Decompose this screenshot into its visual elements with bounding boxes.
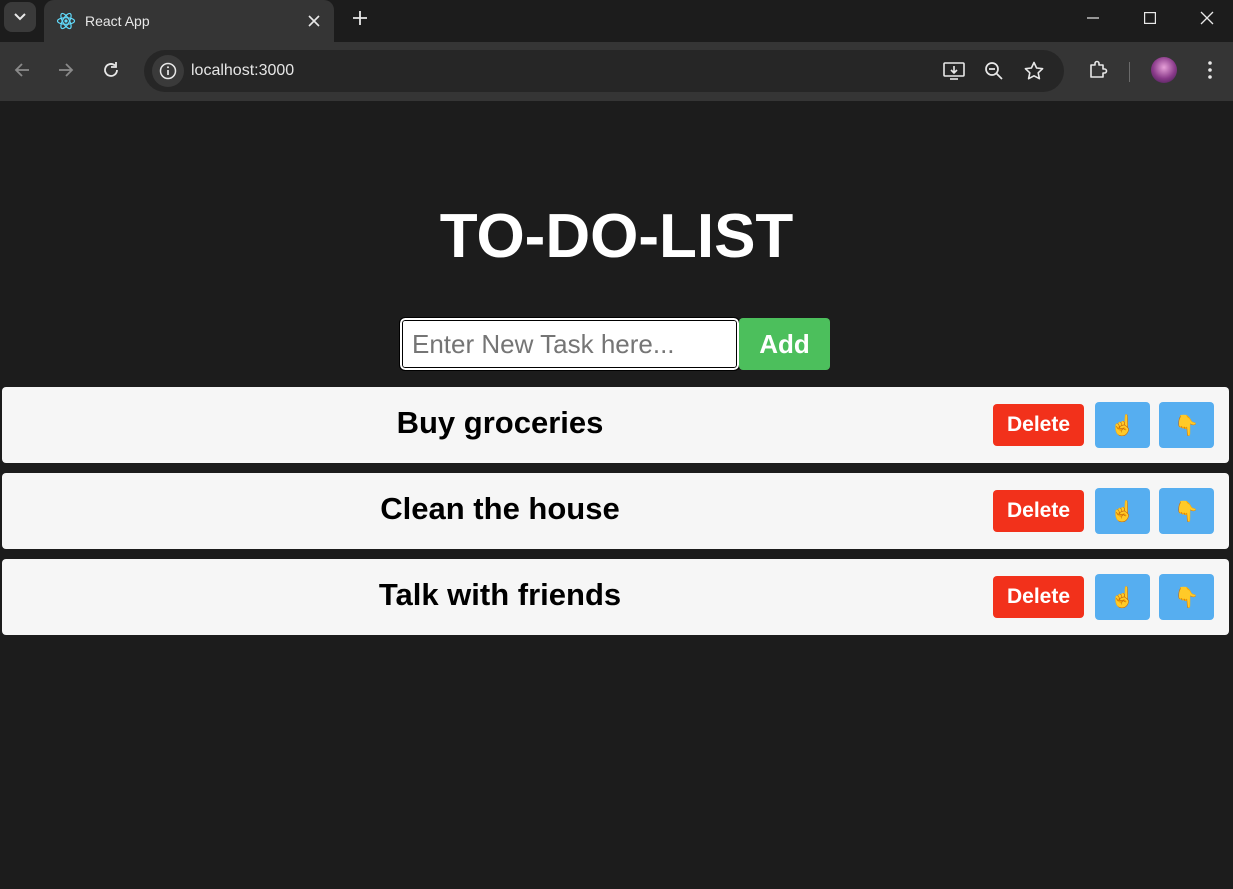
move-up-button[interactable]: ☝️ [1095, 488, 1150, 534]
address-bar[interactable]: localhost:3000 [144, 50, 1064, 92]
zoom-out-icon [985, 62, 1003, 80]
maximize-icon [1144, 12, 1156, 24]
pointing-up-icon: ☝️ [1110, 500, 1135, 523]
close-window-button[interactable] [1178, 0, 1233, 36]
delete-button[interactable]: Delete [993, 404, 1084, 446]
reload-icon [104, 62, 118, 77]
pointing-down-icon: 👇 [1174, 414, 1199, 437]
browser-tab[interactable]: React App [44, 0, 334, 42]
move-down-button[interactable]: 👇 [1159, 574, 1214, 620]
plus-icon [353, 11, 367, 25]
profile-avatar[interactable] [1151, 57, 1177, 83]
task-list: Buy groceries Delete ☝️ 👇 Clean the hous… [2, 387, 1229, 645]
back-button[interactable] [6, 54, 38, 86]
star-icon [1024, 61, 1044, 80]
tab-title: React App [85, 13, 150, 29]
move-down-button[interactable]: 👇 [1159, 402, 1214, 448]
site-info-button[interactable] [152, 55, 184, 87]
pointing-down-icon: 👇 [1174, 500, 1199, 523]
url-text: localhost:3000 [191, 62, 295, 79]
install-app-button[interactable] [940, 57, 968, 85]
extensions-button[interactable] [1082, 54, 1114, 86]
menu-button[interactable] [1194, 54, 1226, 86]
move-up-button[interactable]: ☝️ [1095, 574, 1150, 620]
puzzle-icon [1090, 60, 1108, 78]
task-item: Talk with friends Delete ☝️ 👇 [2, 559, 1229, 635]
minimize-button[interactable] [1064, 0, 1122, 36]
close-icon [1200, 11, 1214, 25]
move-up-button[interactable]: ☝️ [1095, 402, 1150, 448]
react-logo-icon [56, 12, 76, 30]
arrow-left-icon [14, 63, 29, 77]
task-text: Talk with friends [378, 577, 622, 612]
page-title: TO-DO-LIST [439, 202, 794, 271]
delete-button[interactable]: Delete [993, 490, 1084, 532]
chevron-down-icon [14, 13, 26, 21]
pointing-up-icon: ☝️ [1110, 586, 1135, 609]
add-button[interactable]: Add [739, 318, 830, 370]
task-item: Buy groceries Delete ☝️ 👇 [2, 387, 1229, 463]
maximize-button[interactable] [1121, 0, 1179, 36]
pointing-up-icon: ☝️ [1110, 414, 1135, 437]
toolbar-separator [1129, 62, 1130, 82]
task-text: Buy groceries [396, 405, 604, 440]
delete-button[interactable]: Delete [993, 576, 1084, 618]
move-down-button[interactable]: 👇 [1159, 488, 1214, 534]
forward-button[interactable] [50, 54, 82, 86]
more-vert-icon [1208, 61, 1212, 79]
info-icon [159, 62, 177, 80]
bookmark-button[interactable] [1020, 57, 1048, 85]
zoom-button[interactable] [980, 57, 1008, 85]
new-task-input[interactable] [399, 317, 740, 371]
new-tab-button[interactable] [346, 4, 374, 32]
install-icon [943, 62, 965, 80]
minimize-icon [1087, 17, 1099, 19]
tab-search-button[interactable] [4, 2, 36, 32]
arrow-right-icon [59, 63, 74, 77]
task-text: Clean the house [380, 491, 620, 526]
close-icon [308, 15, 320, 27]
task-item: Clean the house Delete ☝️ 👇 [2, 473, 1229, 549]
pointing-down-icon: 👇 [1174, 586, 1199, 609]
browser-toolbar: localhost:3000 [0, 42, 1233, 101]
reload-button[interactable] [95, 54, 127, 86]
tab-close-button[interactable] [300, 7, 328, 35]
tab-strip: React App [0, 0, 1233, 42]
page-content: TO-DO-LIST Add Buy groceries Delete ☝️ 👇… [0, 101, 1233, 889]
new-task-form: Add [399, 317, 830, 371]
